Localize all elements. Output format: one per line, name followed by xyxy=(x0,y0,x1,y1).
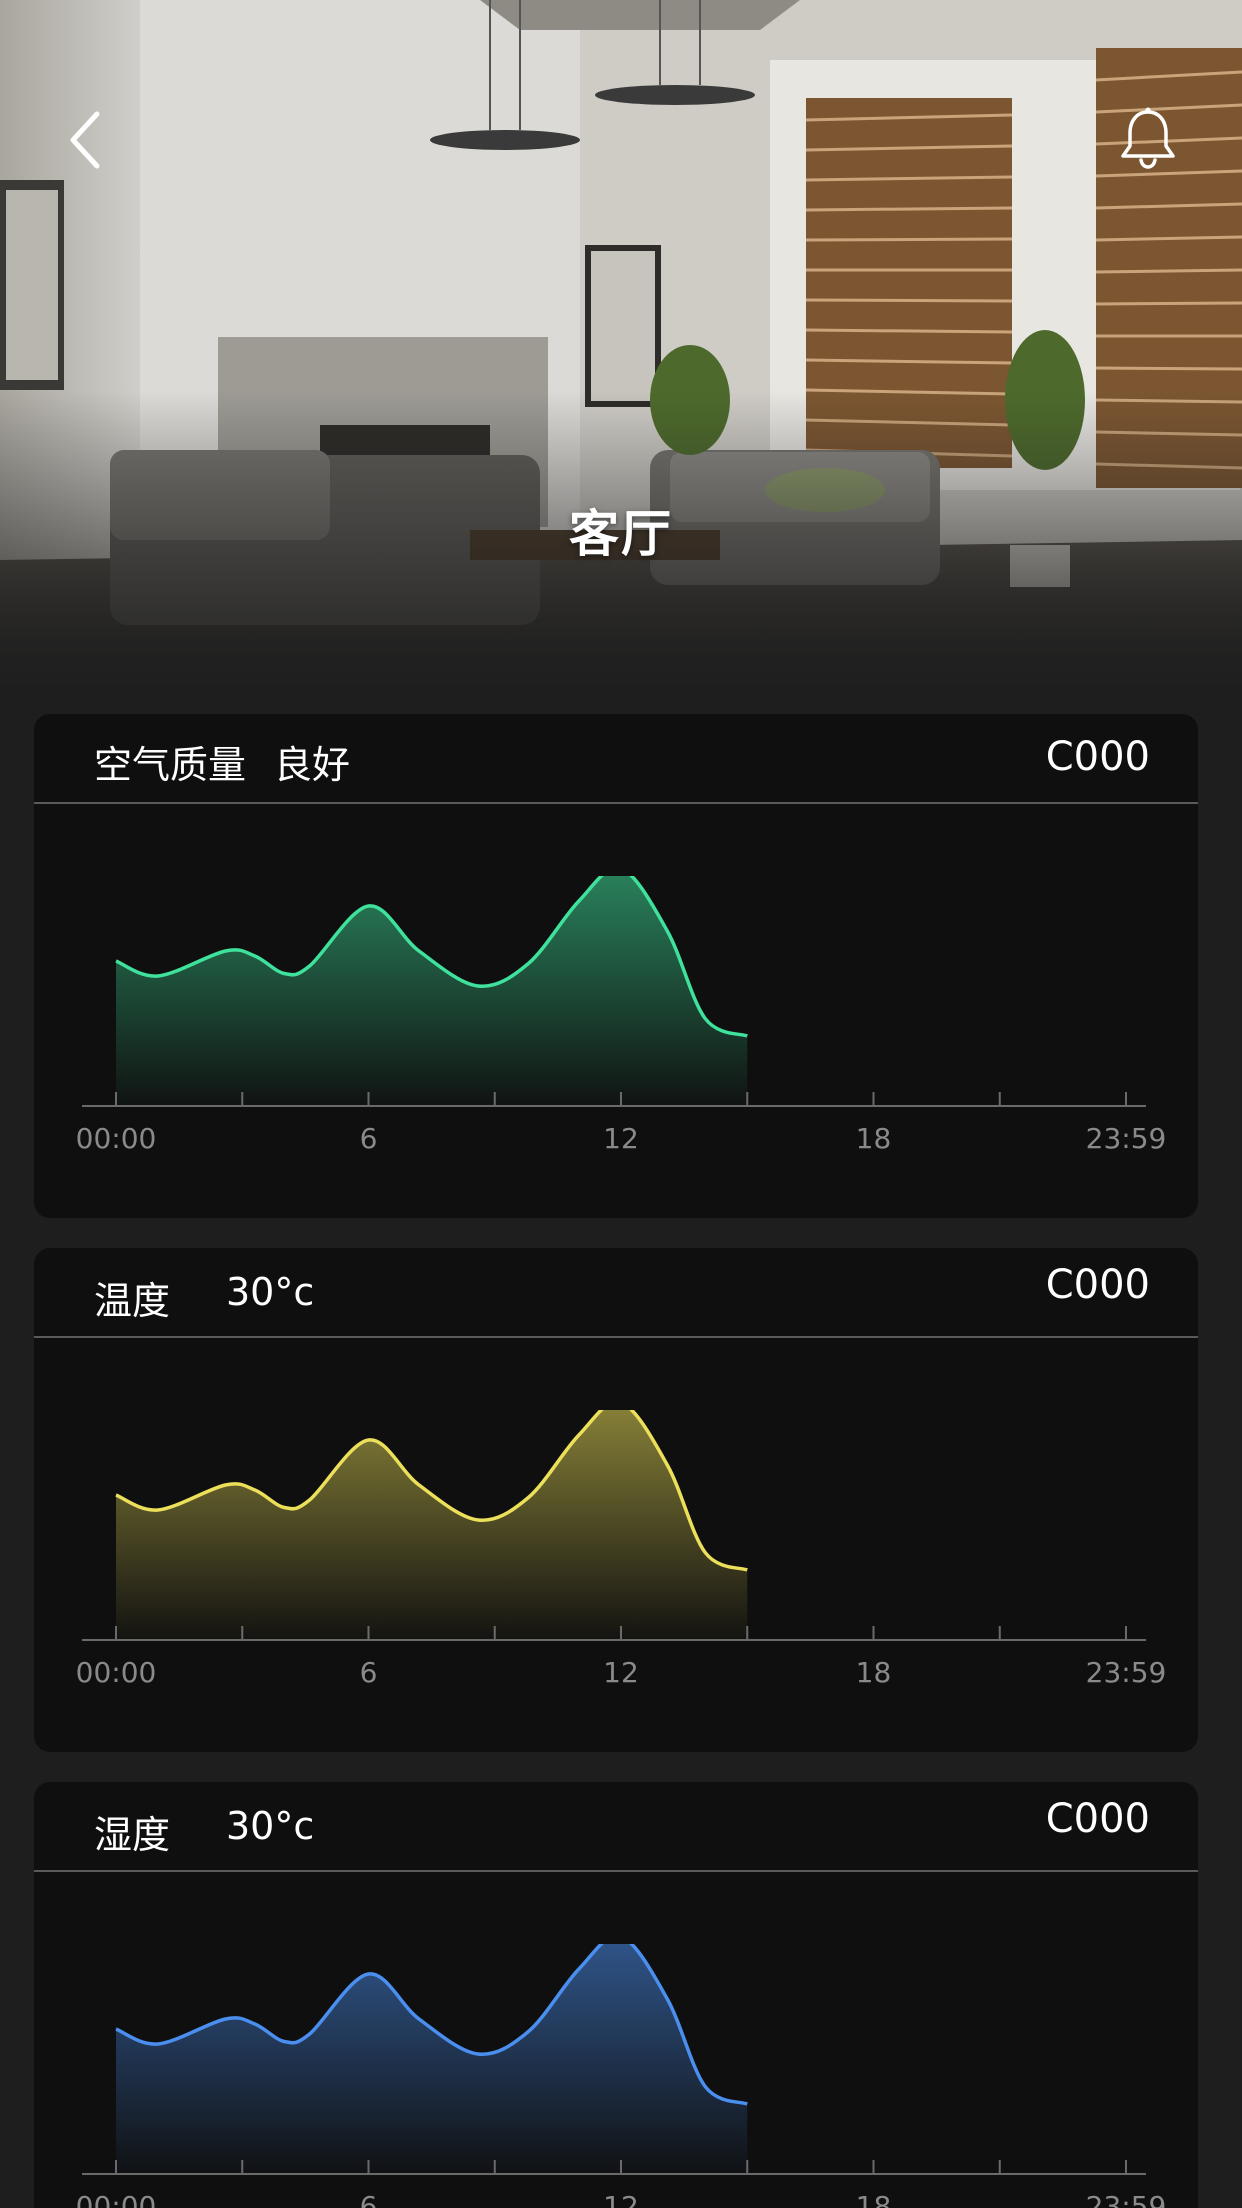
card-code[interactable]: C000 xyxy=(1046,1262,1150,1308)
temperature-chart: 00:00 6 12 18 23:59 xyxy=(34,1340,1198,1740)
air-quality-card[interactable]: 空气质量 良好 C000 00:00 6 12 18 23:59 xyxy=(34,714,1198,1218)
card-code[interactable]: C000 xyxy=(1046,1796,1150,1842)
x-tick-label: 23:59 xyxy=(1085,1122,1167,1155)
x-tick-label: 12 xyxy=(603,2190,639,2208)
humidity-chart: 00:00 6 12 18 23:59 xyxy=(34,1874,1198,2208)
card-header: 空气质量 良好 C000 xyxy=(34,714,1198,804)
x-tick-label: 23:59 xyxy=(1085,2190,1167,2208)
living-room-photo xyxy=(0,0,1242,710)
x-tick-label: 23:59 xyxy=(1085,1656,1167,1689)
bell-icon xyxy=(1121,107,1175,169)
x-tick-label: 18 xyxy=(855,2190,892,2208)
humidity-value: 30°c xyxy=(226,1804,315,1848)
x-tick-label: 12 xyxy=(603,1656,639,1689)
temperature-value: 30°c xyxy=(226,1270,315,1314)
card-header: 温度 30°c C000 xyxy=(34,1248,1198,1338)
series-area xyxy=(116,1944,748,2174)
room-title: 客厅 xyxy=(569,505,673,563)
chart-svg xyxy=(82,1410,1146,1641)
back-button[interactable] xyxy=(50,100,120,180)
series-area xyxy=(116,876,748,1106)
x-tick-label: 00:00 xyxy=(75,2190,157,2208)
room-hero-image: 客厅 xyxy=(0,0,1242,710)
humidity-card[interactable]: 湿度 30°c C000 00:00 6 12 18 23:59 xyxy=(34,1782,1198,2208)
x-tick-label: 18 xyxy=(855,1656,892,1689)
x-tick-label: 00:00 xyxy=(75,1656,157,1689)
series-area xyxy=(116,1410,748,1640)
card-title: 空气质量 xyxy=(94,743,247,787)
x-tick-label: 6 xyxy=(359,1122,378,1155)
air-quality-chart: 00:00 6 12 18 23:59 xyxy=(34,806,1198,1206)
air-quality-value: 良好 xyxy=(274,743,351,787)
temperature-card[interactable]: 温度 30°c C000 00:00 6 12 18 23:59 xyxy=(34,1248,1198,1752)
x-tick-label: 6 xyxy=(359,1656,378,1689)
x-tick-label: 18 xyxy=(855,1122,892,1155)
notification-button[interactable] xyxy=(1110,98,1186,178)
card-code[interactable]: C000 xyxy=(1046,734,1150,780)
chevron-left-icon xyxy=(70,111,100,169)
chart-svg xyxy=(82,876,1146,1107)
x-tick-label: 00:00 xyxy=(75,1122,157,1155)
card-title: 温度 xyxy=(94,1279,171,1323)
card-header: 湿度 30°c C000 xyxy=(34,1782,1198,1872)
x-tick-label: 12 xyxy=(603,1122,639,1155)
x-tick-label: 6 xyxy=(359,2190,378,2208)
card-title: 湿度 xyxy=(94,1813,171,1857)
chart-svg xyxy=(82,1944,1146,2175)
